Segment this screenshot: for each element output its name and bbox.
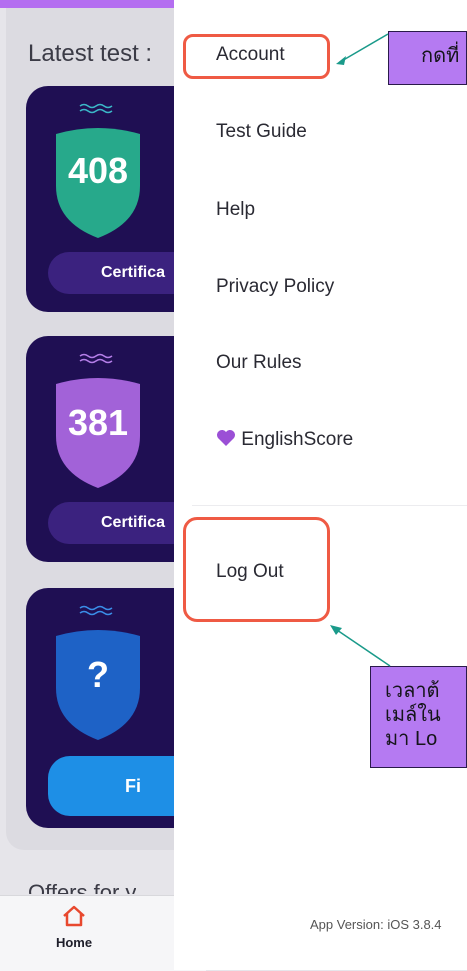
house-icon <box>63 905 85 927</box>
menu-item-test-guide[interactable]: Test Guide <box>216 121 307 143</box>
waves-icon <box>79 353 113 364</box>
waves-icon <box>79 103 113 114</box>
englishscore-label: EnglishScore <box>241 429 354 450</box>
latest-test-heading: Latest test : <box>28 40 153 67</box>
waves-icon <box>79 605 113 616</box>
menu-item-privacy-policy[interactable]: Privacy Policy <box>216 276 334 298</box>
test-score: ? <box>87 654 109 695</box>
logout-callout-line: เมล์ใน <box>385 704 441 726</box>
account-highlight-box <box>183 34 330 79</box>
logout-callout-line: มา Lo <box>385 728 438 750</box>
menu-item-help[interactable]: Help <box>216 199 255 221</box>
tab-home-label: Home <box>55 935 93 950</box>
logout-callout-line: เวลาต้ <box>385 680 440 702</box>
tab-home[interactable]: Home <box>40 904 108 950</box>
account-callout: กดที่ <box>388 31 467 85</box>
menu-item-englishscore[interactable]: EnglishScore <box>216 429 353 451</box>
logout-highlight-box <box>183 517 330 622</box>
offers-heading: Offers for y <box>28 880 137 894</box>
menu-divider <box>192 505 467 506</box>
logout-callout: เวลาต้ เมล์ใน มา Lo <box>370 666 467 768</box>
app-version: App Version: iOS 3.8.4 <box>310 917 442 932</box>
test-score: 408 <box>67 150 129 191</box>
purple-heart-icon <box>217 430 235 446</box>
test-score: 381 <box>67 402 129 443</box>
account-callout-text: กดที่ <box>421 45 460 67</box>
side-drawer: Account Test Guide Help Privacy Policy O… <box>174 0 467 970</box>
menu-item-our-rules[interactable]: Our Rules <box>216 352 302 374</box>
